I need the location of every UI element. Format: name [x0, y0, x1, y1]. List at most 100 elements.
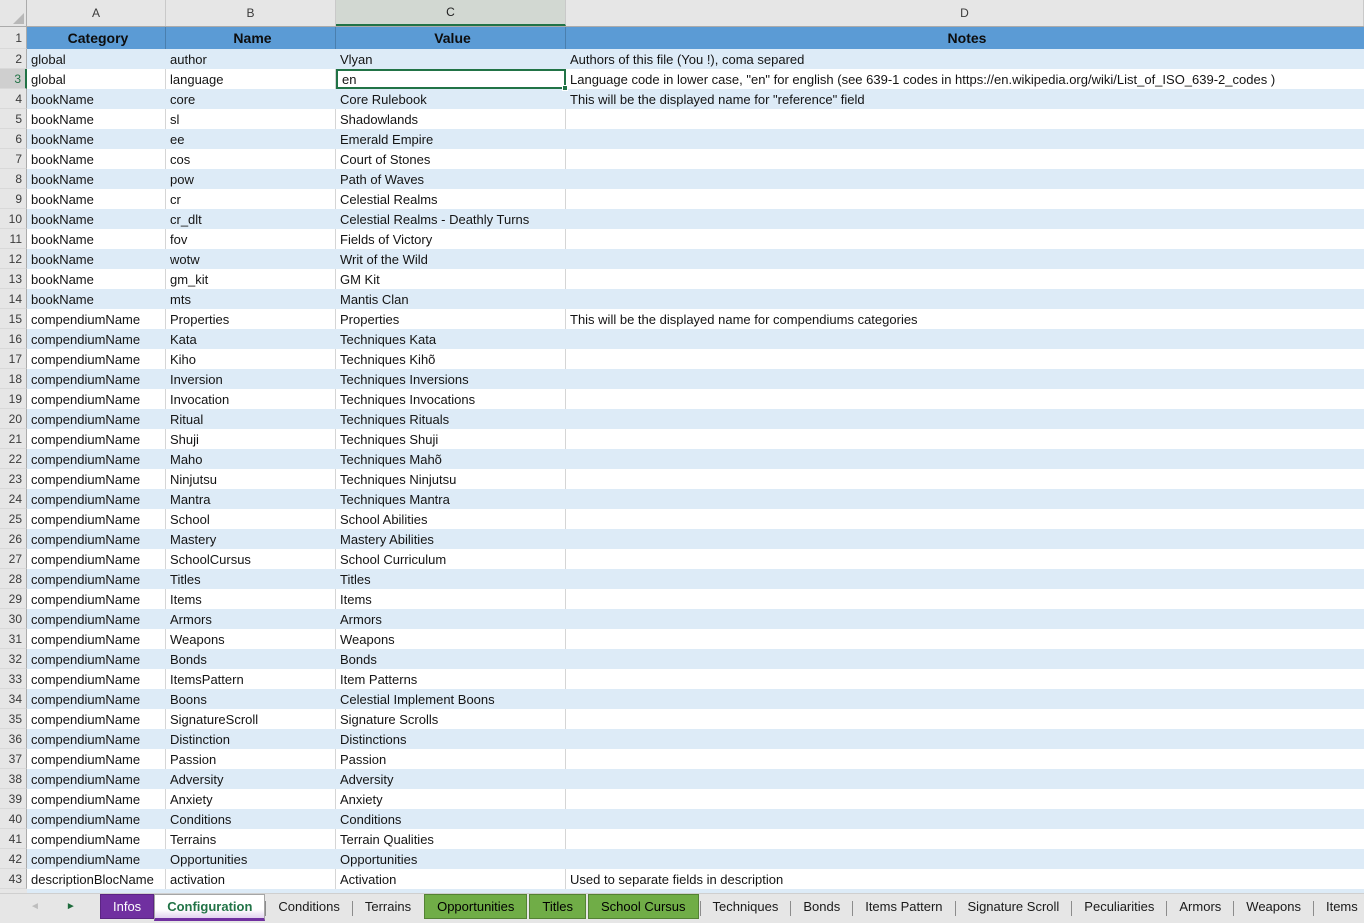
cell-D1[interactable]: Notes [566, 27, 1364, 49]
cell-B36[interactable]: Distinction [166, 729, 336, 749]
row-header-33[interactable]: 33 [0, 669, 27, 689]
row-header-17[interactable]: 17 [0, 349, 27, 369]
sheet-tab-items-pattern[interactable]: Items Pattern [853, 894, 954, 919]
cell-D3[interactable]: Language code in lower case, "en" for en… [566, 69, 1364, 89]
cell-A3[interactable]: global [27, 69, 166, 89]
cell-A2[interactable]: global [27, 49, 166, 69]
cell-A27[interactable]: compendiumName [27, 549, 166, 569]
cell-A43[interactable]: descriptionBlocName [27, 869, 166, 889]
cell-C4[interactable]: Core Rulebook [336, 89, 566, 109]
cell-A7[interactable]: bookName [27, 149, 166, 169]
cell-D35[interactable] [566, 709, 1364, 729]
cell-B39[interactable]: Anxiety [166, 789, 336, 809]
cell-A10[interactable]: bookName [27, 209, 166, 229]
cell-C17[interactable]: Techniques Kihõ [336, 349, 566, 369]
cell-B19[interactable]: Invocation [166, 389, 336, 409]
cell-B15[interactable]: Properties [166, 309, 336, 329]
cell-A37[interactable]: compendiumName [27, 749, 166, 769]
cell-D7[interactable] [566, 149, 1364, 169]
cell-A24[interactable]: compendiumName [27, 489, 166, 509]
cell-B32[interactable]: Bonds [166, 649, 336, 669]
cell-B23[interactable]: Ninjutsu [166, 469, 336, 489]
cell-A35[interactable]: compendiumName [27, 709, 166, 729]
cell-A21[interactable]: compendiumName [27, 429, 166, 449]
cell-C15[interactable]: Properties [336, 309, 566, 329]
cell-B41[interactable]: Terrains [166, 829, 336, 849]
cell-D20[interactable] [566, 409, 1364, 429]
row-header-37[interactable]: 37 [0, 749, 27, 769]
cell-A14[interactable]: bookName [27, 289, 166, 309]
row-header-2[interactable]: 2 [0, 49, 27, 69]
cell-C39[interactable]: Anxiety [336, 789, 566, 809]
cell-B43[interactable]: activation [166, 869, 336, 889]
select-all-button[interactable] [0, 0, 27, 26]
cell-B8[interactable]: pow [166, 169, 336, 189]
cell-A13[interactable]: bookName [27, 269, 166, 289]
cell-D39[interactable] [566, 789, 1364, 809]
cell-A42[interactable]: compendiumName [27, 849, 166, 869]
cell-D42[interactable] [566, 849, 1364, 869]
sheet-tab-weapons[interactable]: Weapons [1234, 894, 1313, 919]
cell-B17[interactable]: Kiho [166, 349, 336, 369]
cell-A6[interactable]: bookName [27, 129, 166, 149]
cell-C3[interactable]: en [336, 69, 566, 89]
cell-D29[interactable] [566, 589, 1364, 609]
row-header-13[interactable]: 13 [0, 269, 27, 289]
column-header-D[interactable]: D [566, 0, 1364, 26]
sheet-tab-techniques[interactable]: Techniques [701, 894, 791, 919]
sheet-tab-armors[interactable]: Armors [1167, 894, 1233, 919]
row-header-6[interactable]: 6 [0, 129, 27, 149]
row-header-20[interactable]: 20 [0, 409, 27, 429]
cell-D4[interactable]: This will be the displayed name for "ref… [566, 89, 1364, 109]
cell-A38[interactable]: compendiumName [27, 769, 166, 789]
row-header-5[interactable]: 5 [0, 109, 27, 129]
cell-B28[interactable]: Titles [166, 569, 336, 589]
cell-B18[interactable]: Inversion [166, 369, 336, 389]
cell-A8[interactable]: bookName [27, 169, 166, 189]
cell-D38[interactable] [566, 769, 1364, 789]
row-header-4[interactable]: 4 [0, 89, 27, 109]
sheet-nav-left-icon[interactable]: ◄ [30, 902, 40, 912]
row-header-8[interactable]: 8 [0, 169, 27, 189]
row-header-34[interactable]: 34 [0, 689, 27, 709]
cell-B12[interactable]: wotw [166, 249, 336, 269]
column-header-A[interactable]: A [27, 0, 166, 26]
cell-A32[interactable]: compendiumName [27, 649, 166, 669]
cell-C18[interactable]: Techniques Inversions [336, 369, 566, 389]
cell-A19[interactable]: compendiumName [27, 389, 166, 409]
cell-C20[interactable]: Techniques Rituals [336, 409, 566, 429]
row-header-36[interactable]: 36 [0, 729, 27, 749]
cell-D10[interactable] [566, 209, 1364, 229]
cell-B5[interactable]: sl [166, 109, 336, 129]
row-header-11[interactable]: 11 [0, 229, 27, 249]
row-header-25[interactable]: 25 [0, 509, 27, 529]
cell-B7[interactable]: cos [166, 149, 336, 169]
sheet-tab-titles[interactable]: Titles [529, 894, 586, 919]
cell-C25[interactable]: School Abilities [336, 509, 566, 529]
sheet-tab-opportunities[interactable]: Opportunities [424, 894, 527, 919]
cell-A26[interactable]: compendiumName [27, 529, 166, 549]
cell-A9[interactable]: bookName [27, 189, 166, 209]
cell-C16[interactable]: Techniques Kata [336, 329, 566, 349]
cell-C29[interactable]: Items [336, 589, 566, 609]
cell-A28[interactable]: compendiumName [27, 569, 166, 589]
fill-handle[interactable] [562, 85, 568, 91]
cell-D36[interactable] [566, 729, 1364, 749]
cell-D24[interactable] [566, 489, 1364, 509]
sheet-tab-configuration[interactable]: Configuration [154, 894, 265, 921]
sheet-tab-items[interactable]: Items [1314, 894, 1364, 919]
cell-C23[interactable]: Techniques Ninjutsu [336, 469, 566, 489]
cell-D32[interactable] [566, 649, 1364, 669]
cell-A39[interactable]: compendiumName [27, 789, 166, 809]
cell-D25[interactable] [566, 509, 1364, 529]
cell-C6[interactable]: Emerald Empire [336, 129, 566, 149]
cell-B14[interactable]: mts [166, 289, 336, 309]
cell-D31[interactable] [566, 629, 1364, 649]
row-header-30[interactable]: 30 [0, 609, 27, 629]
cell-A22[interactable]: compendiumName [27, 449, 166, 469]
cell-D40[interactable] [566, 809, 1364, 829]
cell-C10[interactable]: Celestial Realms - Deathly Turns [336, 209, 566, 229]
cell-B4[interactable]: core [166, 89, 336, 109]
cell-C7[interactable]: Court of Stones [336, 149, 566, 169]
row-header-32[interactable]: 32 [0, 649, 27, 669]
